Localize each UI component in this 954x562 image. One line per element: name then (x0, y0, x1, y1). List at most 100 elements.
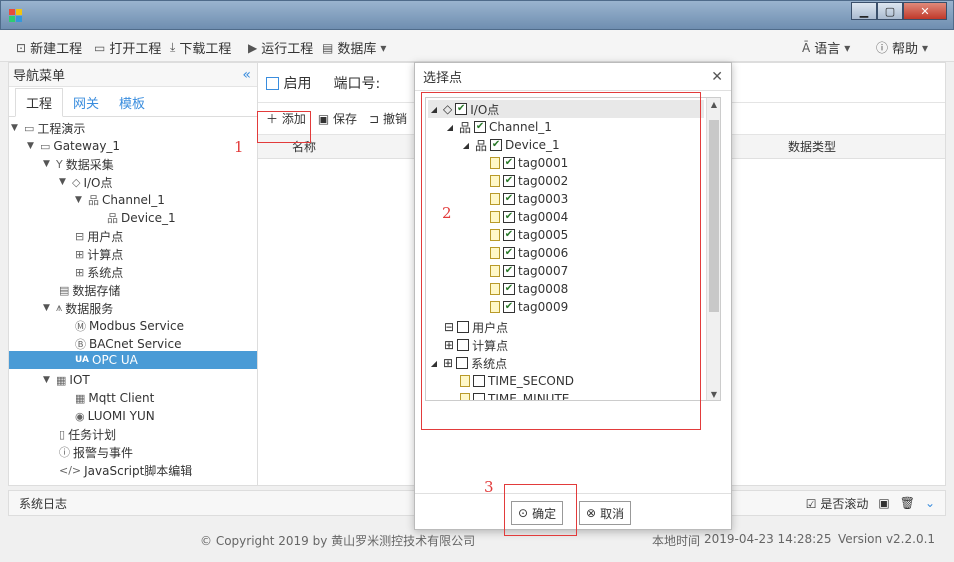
local-time-value: 2019-04-23 14:28:25 (704, 532, 832, 546)
minimize-button[interactable]: ▁ (851, 2, 877, 20)
tree-item-project[interactable]: ▼ ▭ 工程演示 (11, 119, 85, 137)
modbus-icon: Ⓜ (75, 320, 86, 333)
tab-gateway[interactable]: 网关 (63, 89, 109, 116)
gateway-icon: ▭ (40, 139, 51, 153)
tree-item-system-points[interactable]: ⊞ 系统点 (75, 263, 123, 281)
dialog-close-icon[interactable]: ✕ (711, 69, 723, 85)
caret-expanded-icon: ▼ (75, 195, 82, 205)
copyright-text: © Copyright 2019 by 黄山罗米测控技术有限公司 (200, 534, 476, 548)
undo-icon: ⊐ (369, 112, 380, 126)
save-icon: ▣ (317, 112, 330, 126)
maximize-button[interactable]: ▢ (877, 2, 903, 20)
tree-item-alarms[interactable]: ⓘ 报警与事件 (59, 443, 133, 461)
annotation-number: 3 (484, 478, 494, 496)
scroll-up-icon[interactable]: ▲ (707, 98, 720, 112)
enable-checkbox[interactable]: 启用 (266, 73, 311, 93)
new-project-icon: ⊡ (16, 40, 27, 55)
opc-ua-icon: UA (75, 355, 89, 365)
mqtt-icon: ▦ (75, 391, 86, 405)
app-logo-icon (9, 9, 23, 23)
tree-item-gateway[interactable]: ▼ ▭ Gateway_1 (27, 137, 120, 155)
tree-item-task-plan[interactable]: ▯ 任务计划 (59, 425, 116, 443)
local-time-label: 本地时间 (652, 534, 701, 548)
save-log-icon[interactable]: ▣ (878, 496, 889, 510)
tree-item-js-editor[interactable]: </> JavaScript脚本编辑 (59, 461, 192, 479)
iot-icon: ▦ (56, 373, 67, 387)
tree-scrollbar[interactable]: ▲ ▼ (706, 98, 720, 400)
scroll-down-icon[interactable]: ▼ (707, 388, 720, 400)
annotation-box-confirm (504, 484, 577, 536)
save-button[interactable]: ▣ 保存 (318, 110, 357, 127)
tab-project[interactable]: 工程 (15, 88, 64, 117)
database-icon: ▤ (322, 40, 334, 55)
caret-expanded-icon: ▼ (43, 303, 50, 313)
tree-item-calc-points[interactable]: ⊞ 计算点 (75, 245, 123, 263)
tree-item-channel[interactable]: ▼ 品 Channel_1 (75, 191, 165, 209)
tree-item-data-collection[interactable]: ▼ Y 数据采集 (43, 155, 114, 173)
caret-expanded-icon: ▼ (59, 177, 66, 187)
caret-expanded-icon: ▼ (43, 159, 50, 169)
tree-item-device[interactable]: 品 Device_1 (107, 209, 176, 227)
download-project-button[interactable]: ⤓ 下载工程 (170, 38, 231, 57)
tag-icon: ◇ (72, 175, 81, 189)
annotation-box-add (257, 111, 311, 143)
language-menu[interactable]: Ā 语言 ▾ (802, 38, 851, 58)
play-icon: ▶ (248, 40, 258, 55)
tree-item-luomi-yun[interactable]: ◉ LUOMI YUN (75, 407, 155, 425)
monitor-icon: ▭ (24, 121, 35, 135)
tree-item-opc-ua[interactable]: UA OPC UA (75, 351, 138, 369)
sidebar-title: 导航菜单 (13, 69, 66, 84)
download-icon: ⤓ (170, 40, 176, 54)
annotation-number: 1 (234, 138, 244, 156)
undo-button[interactable]: ⊐ 撤销 (369, 110, 407, 127)
user-points-icon: ⊟ (75, 229, 85, 243)
cloud-icon: ◉ (75, 409, 85, 423)
tree-item-mqtt[interactable]: ▦ Mqtt Client (75, 389, 154, 407)
run-project-button[interactable]: ▶ 运行工程 (248, 38, 313, 58)
caret-expanded-icon: ▼ (27, 141, 34, 151)
grid-icon: ⊞ (75, 265, 85, 279)
network-icon: 品 (88, 194, 99, 207)
version-text: Version v2.2.0.1 (838, 532, 936, 546)
dialog-title: 选择点 (423, 71, 463, 86)
autoscroll-checkbox[interactable]: ☑ 是否滚动 (806, 495, 869, 512)
tree-item-io-points[interactable]: ▼ ◇ I/O点 (59, 173, 113, 191)
alert-icon: ⓘ (59, 446, 70, 459)
document-icon: ▯ (59, 427, 66, 441)
scroll-thumb[interactable] (709, 120, 719, 312)
storage-icon: ▤ (59, 283, 70, 297)
tree-item-user-points[interactable]: ⊟ 用户点 (75, 227, 123, 245)
tree-item-modbus[interactable]: Ⓜ Modbus Service (75, 317, 184, 335)
bacnet-icon: Ⓑ (75, 338, 86, 351)
navigation-sidebar: 导航菜单 « 工程 网关 模板 ▼ ▭ 工程演示 ▼ ▭ Gateway_1 ▼… (8, 62, 258, 486)
help-menu[interactable]: ⓘ 帮助 ▾ (876, 38, 929, 58)
trash-icon[interactable]: 🗑 (900, 496, 915, 510)
tree-item-data-service[interactable]: ▼ ⩚ 数据服务 (43, 299, 113, 317)
close-window-button[interactable]: ✕ (903, 2, 947, 20)
annotation-number: 2 (442, 204, 452, 222)
new-project-button[interactable]: ⊡ 新建工程 (16, 38, 82, 58)
chart-icon: ⩚ (56, 301, 63, 314)
chevron-down-icon: ▾ (380, 40, 387, 55)
calculator-icon: ⊞ (75, 247, 85, 261)
collapse-sidebar-icon[interactable]: « (242, 67, 251, 83)
collapse-down-icon[interactable]: ⌄ (925, 496, 935, 510)
tree-item-data-storage[interactable]: ▤ 数据存储 (59, 281, 120, 299)
x-circle-icon: ⊗ (586, 506, 597, 520)
chevron-down-icon: ▾ (844, 40, 851, 55)
main-toolbar: ⊡ 新建工程 ▭ 打开工程 ⤓ 下载工程 ▶ 运行工程 ▤ 数据库 ▾ Ā 语言… (0, 30, 954, 62)
annotation-box-tree (421, 92, 701, 430)
help-icon: ⓘ (876, 41, 889, 55)
system-log-title: 系统日志 (19, 496, 68, 511)
folder-icon: ▭ (94, 40, 106, 55)
tree-item-iot[interactable]: ▼ ▦ IOT (43, 371, 90, 389)
fork-icon: Y (56, 157, 63, 171)
cancel-button[interactable]: ⊗ 取消 (579, 501, 632, 525)
title-bar: ▁ ▢ ✕ (0, 0, 954, 30)
column-data-type[interactable]: 数据类型 (788, 138, 836, 155)
database-menu[interactable]: ▤ 数据库 ▾ (322, 38, 387, 58)
port-label: 端口号: (333, 75, 381, 92)
tab-template[interactable]: 模板 (109, 89, 155, 116)
open-project-button[interactable]: ▭ 打开工程 (94, 38, 161, 58)
chevron-down-icon: ▾ (922, 40, 929, 55)
